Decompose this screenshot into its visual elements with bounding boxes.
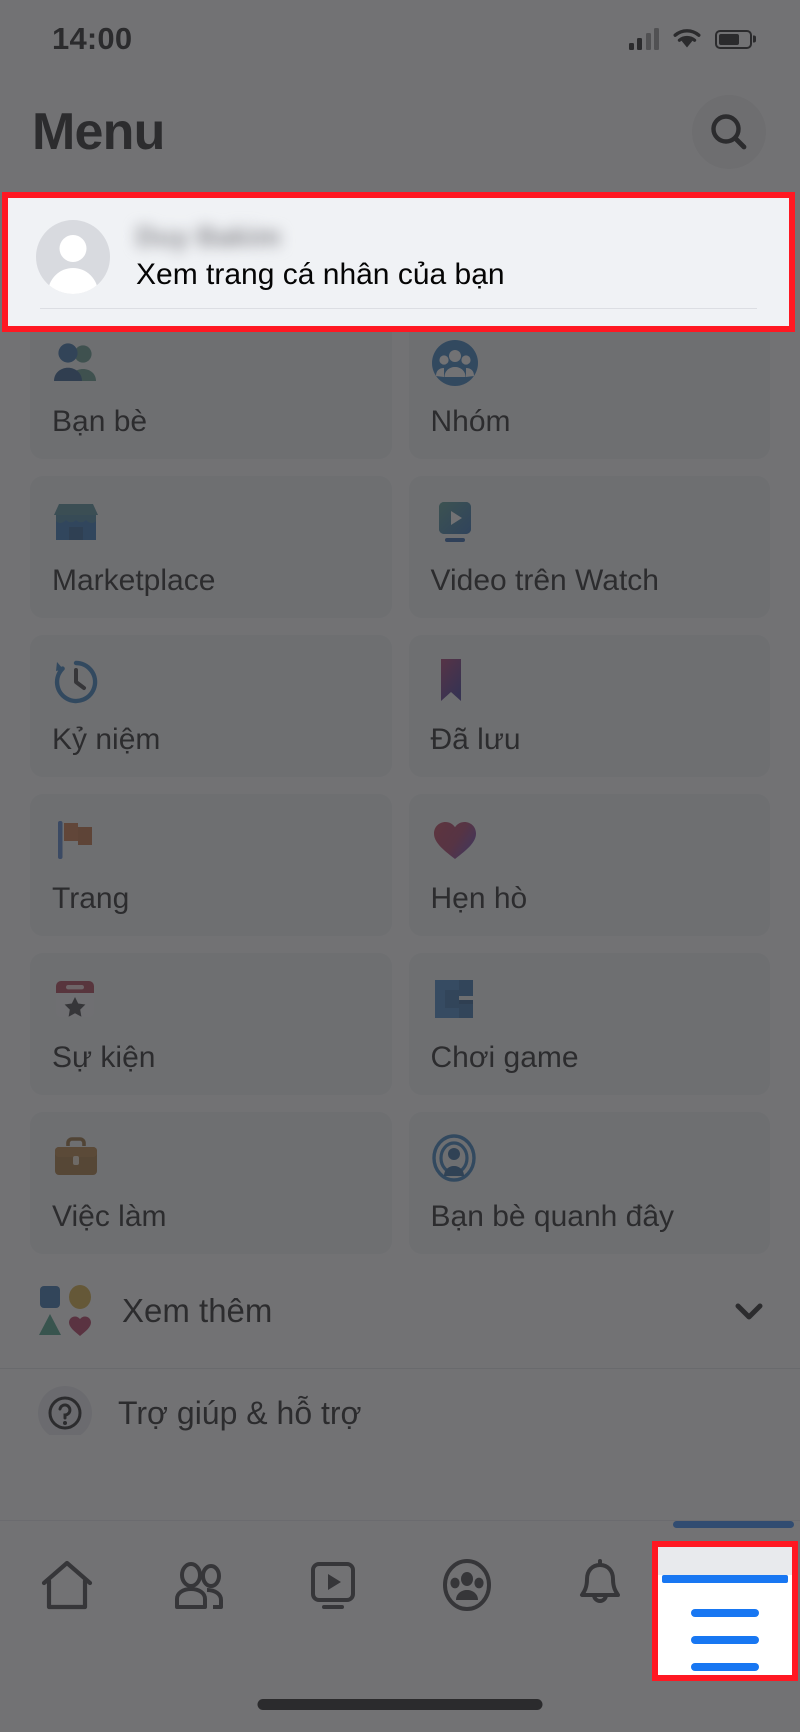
menu-tile-label: Bạn bè quanh đây	[430, 1200, 675, 1233]
partial-menu-row[interactable]: Trợ giúp & hỗ trợ	[0, 1369, 800, 1435]
memories-clock-icon	[52, 657, 100, 705]
menu-tile-dating[interactable]: Hẹn hò	[408, 794, 770, 936]
page-header: Menu	[0, 78, 800, 186]
shapes-icon	[38, 1284, 92, 1338]
menu-tile-saved[interactable]: Đã lưu	[408, 635, 770, 777]
menu-tile-jobs[interactable]: Việc làm	[30, 1112, 392, 1254]
marketplace-icon	[52, 498, 100, 546]
groups-outline-icon	[442, 1559, 491, 1611]
nav-home[interactable]	[0, 1521, 133, 1651]
menu-grid: Bạn bè Nhóm Marketplace Video trên Watch…	[0, 299, 800, 1254]
bell-icon	[579, 1559, 620, 1603]
highlight-profile-section[interactable]: Duy Bakim Xem trang cá nhân của bạn	[2, 192, 795, 332]
menu-tile-label: Chơi game	[430, 1041, 579, 1074]
menu-tile-friends[interactable]: Bạn bè	[30, 317, 392, 459]
pages-flag-icon	[52, 816, 100, 864]
nav-notifications[interactable]	[533, 1521, 666, 1651]
menu-tile-label: Hẹn hò	[430, 882, 528, 915]
partial-menu-label: Trợ giúp & hỗ trợ	[118, 1394, 362, 1431]
nav-friends[interactable]	[133, 1521, 266, 1651]
menu-tile-label: Kỷ niệm	[52, 723, 161, 756]
dating-heart-icon	[431, 816, 479, 864]
home-indicator	[257, 1699, 543, 1710]
menu-tile-label: Sự kiện	[52, 1041, 156, 1074]
menu-tile-label: Nhóm	[430, 405, 511, 438]
home-icon	[41, 1560, 92, 1610]
menu-tile-label: Trang	[52, 882, 130, 915]
friends-outline-icon	[174, 1562, 223, 1609]
avatar	[36, 220, 110, 294]
status-bar: 14:00	[0, 0, 800, 78]
menu-tile-events[interactable]: Sự kiện	[30, 953, 392, 1095]
page-title: Menu	[32, 103, 165, 161]
search-button[interactable]	[692, 95, 766, 169]
menu-tile-label: Video trên Watch	[430, 564, 659, 597]
help-support-icon	[38, 1386, 92, 1435]
saved-bookmark-icon	[431, 657, 479, 705]
tab-top-strip	[658, 1547, 792, 1575]
highlight-menu-tab[interactable]	[652, 1541, 798, 1681]
battery-icon	[715, 29, 752, 49]
see-more-row[interactable]: Xem thêm	[0, 1254, 800, 1368]
profile-name: Duy Bakim	[136, 222, 336, 252]
menu-tile-marketplace[interactable]: Marketplace	[30, 476, 392, 618]
gaming-icon	[431, 975, 479, 1023]
status-icons	[628, 28, 752, 50]
nav-watch[interactable]	[267, 1521, 400, 1651]
menu-tile-groups[interactable]: Nhóm	[408, 317, 770, 459]
status-time: 14:00	[52, 21, 133, 56]
wifi-icon	[673, 29, 701, 48]
menu-tile-gaming[interactable]: Chơi game	[408, 953, 770, 1095]
watch-outline-icon	[311, 1562, 356, 1609]
menu-tile-label: Marketplace	[52, 564, 216, 597]
see-more-label: Xem thêm	[122, 1292, 273, 1329]
friends-icon	[52, 339, 100, 387]
watch-video-icon	[431, 498, 479, 546]
divider	[40, 308, 757, 309]
hamburger-menu-icon[interactable]	[658, 1609, 792, 1671]
menu-tile-label: Việc làm	[52, 1200, 167, 1233]
active-tab-indicator	[662, 1575, 788, 1583]
jobs-briefcase-icon	[52, 1134, 100, 1182]
events-calendar-icon	[52, 975, 100, 1023]
groups-icon	[431, 339, 479, 387]
chevron-down-icon[interactable]	[732, 1294, 766, 1328]
menu-tile-memories[interactable]: Kỷ niệm	[30, 635, 392, 777]
profile-row-highlighted[interactable]: Duy Bakim Xem trang cá nhân của bạn	[36, 198, 761, 308]
search-icon	[711, 114, 747, 150]
cellular-signal-icon	[628, 28, 659, 50]
nearby-friends-icon	[431, 1134, 479, 1182]
menu-tile-pages[interactable]: Trang	[30, 794, 392, 936]
menu-tile-nearby-friends[interactable]: Bạn bè quanh đây	[408, 1112, 770, 1254]
menu-tile-watch[interactable]: Video trên Watch	[408, 476, 770, 618]
menu-tile-label: Bạn bè	[52, 405, 148, 438]
nav-groups[interactable]	[400, 1521, 533, 1651]
menu-tile-label: Đã lưu	[430, 723, 521, 756]
profile-subtitle: Xem trang cá nhân của bạn	[136, 258, 505, 291]
